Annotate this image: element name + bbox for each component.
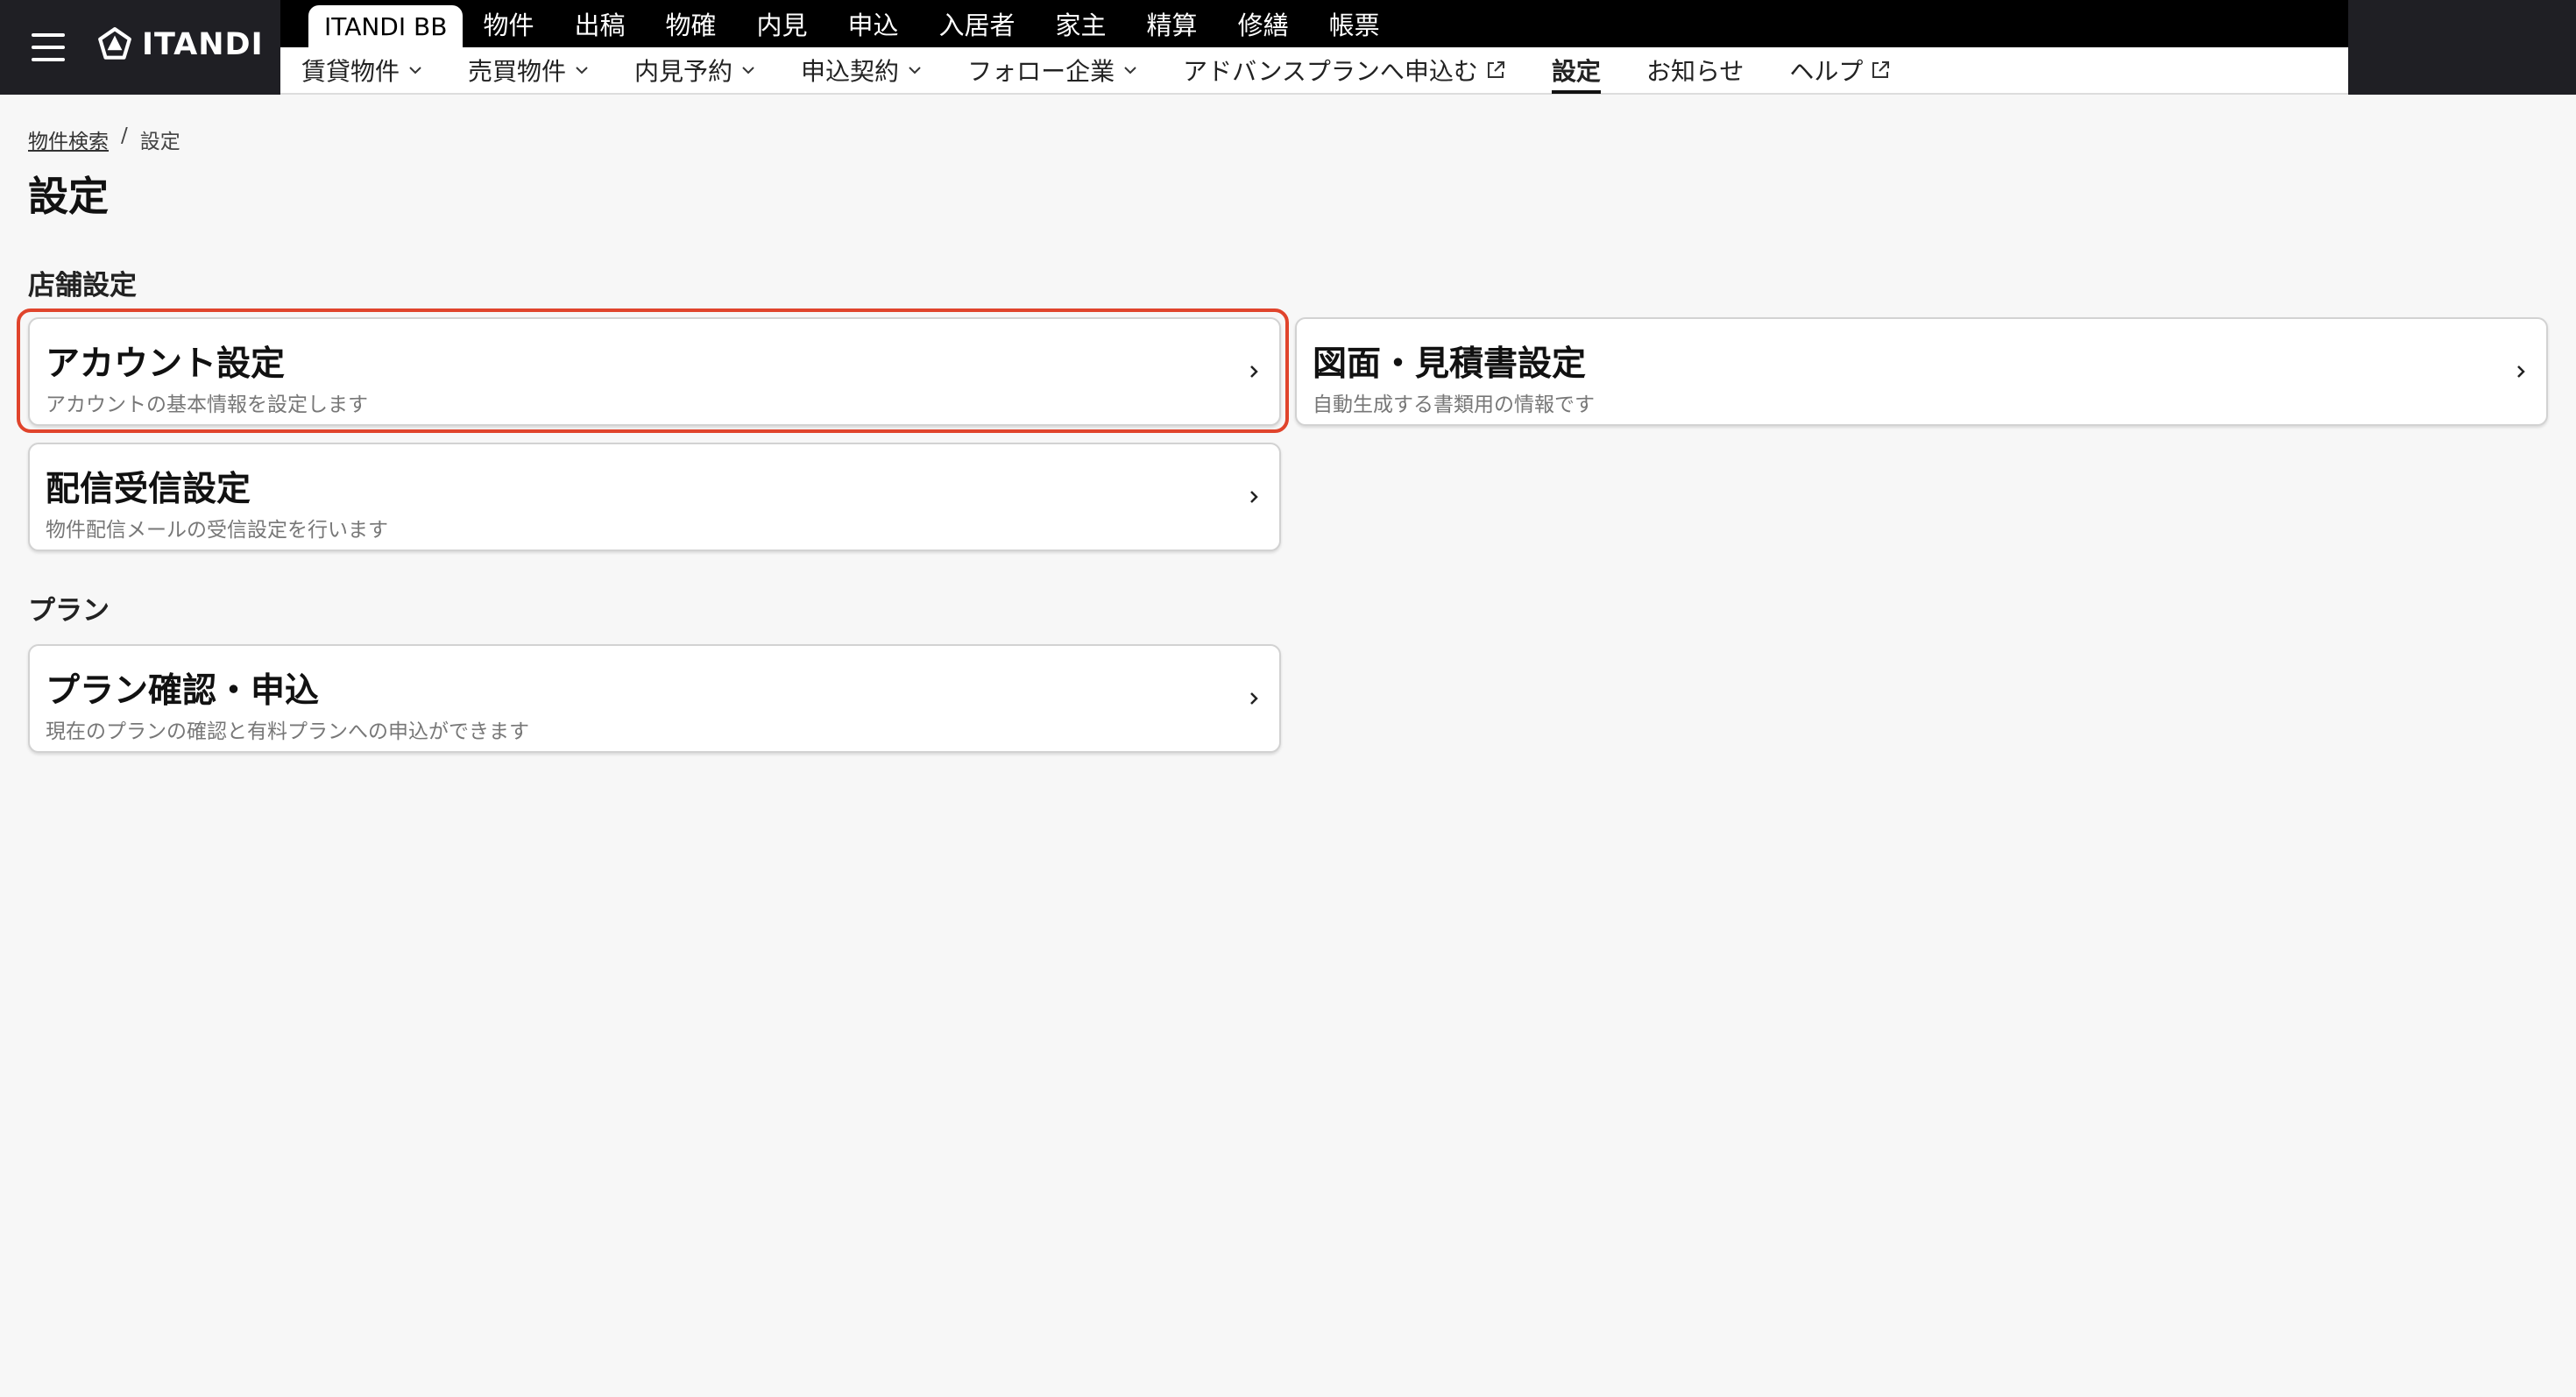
chevron-down-icon bbox=[741, 66, 755, 74]
subnav-item-help[interactable]: ヘルプ bbox=[1789, 46, 1891, 94]
chevron-right-icon bbox=[1248, 488, 1260, 509]
tab-naiken[interactable]: 内見 bbox=[736, 0, 827, 47]
subnav-label: ヘルプ bbox=[1789, 57, 1864, 86]
subnav-label: 内見予約 bbox=[634, 57, 733, 86]
card-account-settings[interactable]: アカウント設定 アカウントの基本情報を設定します bbox=[28, 317, 1281, 426]
subnav-label: お知らせ bbox=[1645, 57, 1744, 86]
subnav-item-contract[interactable]: 申込契約 bbox=[801, 46, 922, 94]
subnav-item-follow[interactable]: フォロー企業 bbox=[967, 46, 1137, 94]
subnav-label: 申込契約 bbox=[801, 57, 900, 86]
section-heading-plan: プラン bbox=[28, 595, 110, 627]
sub-nav: 賃貸物件 売買物件 内見予約 申込契約 フォロー企業 アドバンスプランへ申込む … bbox=[280, 47, 2348, 95]
subnav-item-advance-plan[interactable]: アドバンスプランへ申込む bbox=[1183, 46, 1506, 94]
page-title: 設定 bbox=[28, 173, 109, 220]
logo-text: ITANDI bbox=[142, 27, 264, 62]
subnav-item-settings[interactable]: 設定 bbox=[1551, 46, 1601, 94]
brand-bar: ITANDI bbox=[0, 0, 280, 95]
hamburger-menu-icon[interactable] bbox=[32, 33, 67, 61]
subnav-label: フォロー企業 bbox=[967, 57, 1115, 86]
subnav-item-news[interactable]: お知らせ bbox=[1646, 46, 1744, 94]
card-plan-confirm[interactable]: プラン確認・申込 現在のプランの確認と有料プランへの申込ができます bbox=[28, 644, 1281, 753]
card-title: 配信受信設定 bbox=[46, 470, 251, 509]
tab-shukko[interactable]: 出稿 bbox=[554, 0, 645, 47]
tab-bukkaku[interactable]: 物確 bbox=[645, 0, 736, 47]
subnav-label: アドバンスプランへ申込む bbox=[1183, 57, 1478, 86]
chevron-down-icon bbox=[575, 66, 589, 74]
tab-chohyo[interactable]: 帳票 bbox=[1309, 0, 1400, 47]
chevron-down-icon bbox=[1123, 66, 1137, 74]
tab-bukken[interactable]: 物件 bbox=[463, 0, 554, 47]
breadcrumb: 物件検索 / 設定 bbox=[28, 124, 180, 154]
external-link-icon bbox=[1870, 60, 1891, 81]
subnav-label: 設定 bbox=[1551, 57, 1601, 86]
tab-itandi-bb[interactable]: ITANDI BB bbox=[308, 5, 464, 47]
breadcrumb-separator: / bbox=[121, 124, 128, 147]
breadcrumb-link-search[interactable]: 物件検索 bbox=[28, 124, 109, 154]
card-description: 自動生成する書類用の情報です bbox=[1313, 394, 1595, 416]
tab-nyukyosha[interactable]: 入居者 bbox=[919, 0, 1036, 47]
card-delivery-settings[interactable]: 配信受信設定 物件配信メールの受信設定を行います bbox=[28, 443, 1281, 551]
chevron-right-icon bbox=[2515, 363, 2527, 384]
subnav-item-sale[interactable]: 売買物件 bbox=[468, 46, 589, 94]
subnav-label: 賃貸物件 bbox=[301, 57, 400, 86]
section-heading-store: 店舗設定 bbox=[28, 270, 137, 301]
card-title: アカウント設定 bbox=[46, 344, 286, 384]
header-right-area bbox=[2348, 0, 2576, 95]
itandi-logo-icon bbox=[98, 27, 131, 60]
tab-shuzen[interactable]: 修繕 bbox=[1218, 0, 1309, 47]
breadcrumb-current: 設定 bbox=[139, 131, 180, 153]
card-title: プラン確認・申込 bbox=[46, 671, 320, 711]
subnav-label: 売買物件 bbox=[468, 57, 567, 86]
tab-seisan[interactable]: 精算 bbox=[1127, 0, 1218, 47]
chevron-right-icon bbox=[1248, 690, 1260, 711]
card-description: 物件配信メールの受信設定を行います bbox=[46, 519, 388, 542]
chevron-down-icon bbox=[408, 66, 422, 74]
tab-yanushi[interactable]: 家主 bbox=[1036, 0, 1127, 47]
chevron-down-icon bbox=[908, 66, 922, 74]
card-title: 図面・見積書設定 bbox=[1313, 344, 1587, 384]
card-description: 現在のプランの確認と有料プランへの申込ができます bbox=[46, 720, 529, 743]
card-description: アカウントの基本情報を設定します bbox=[46, 394, 368, 416]
chevron-right-icon bbox=[1248, 363, 1260, 384]
card-drawing-estimate-settings[interactable]: 図面・見積書設定 自動生成する書類用の情報です bbox=[1295, 317, 2548, 426]
itandi-logo[interactable]: ITANDI bbox=[96, 26, 264, 63]
subnav-item-rental[interactable]: 賃貸物件 bbox=[301, 46, 422, 94]
top-nav: ITANDI BB 物件 出稿 物確 内見 申込 入居者 家主 精算 修繕 帳票 bbox=[280, 0, 2348, 47]
subnav-item-viewing[interactable]: 内見予約 bbox=[634, 46, 755, 94]
tab-moushikomi[interactable]: 申込 bbox=[828, 0, 919, 47]
external-link-icon bbox=[1485, 60, 1506, 81]
